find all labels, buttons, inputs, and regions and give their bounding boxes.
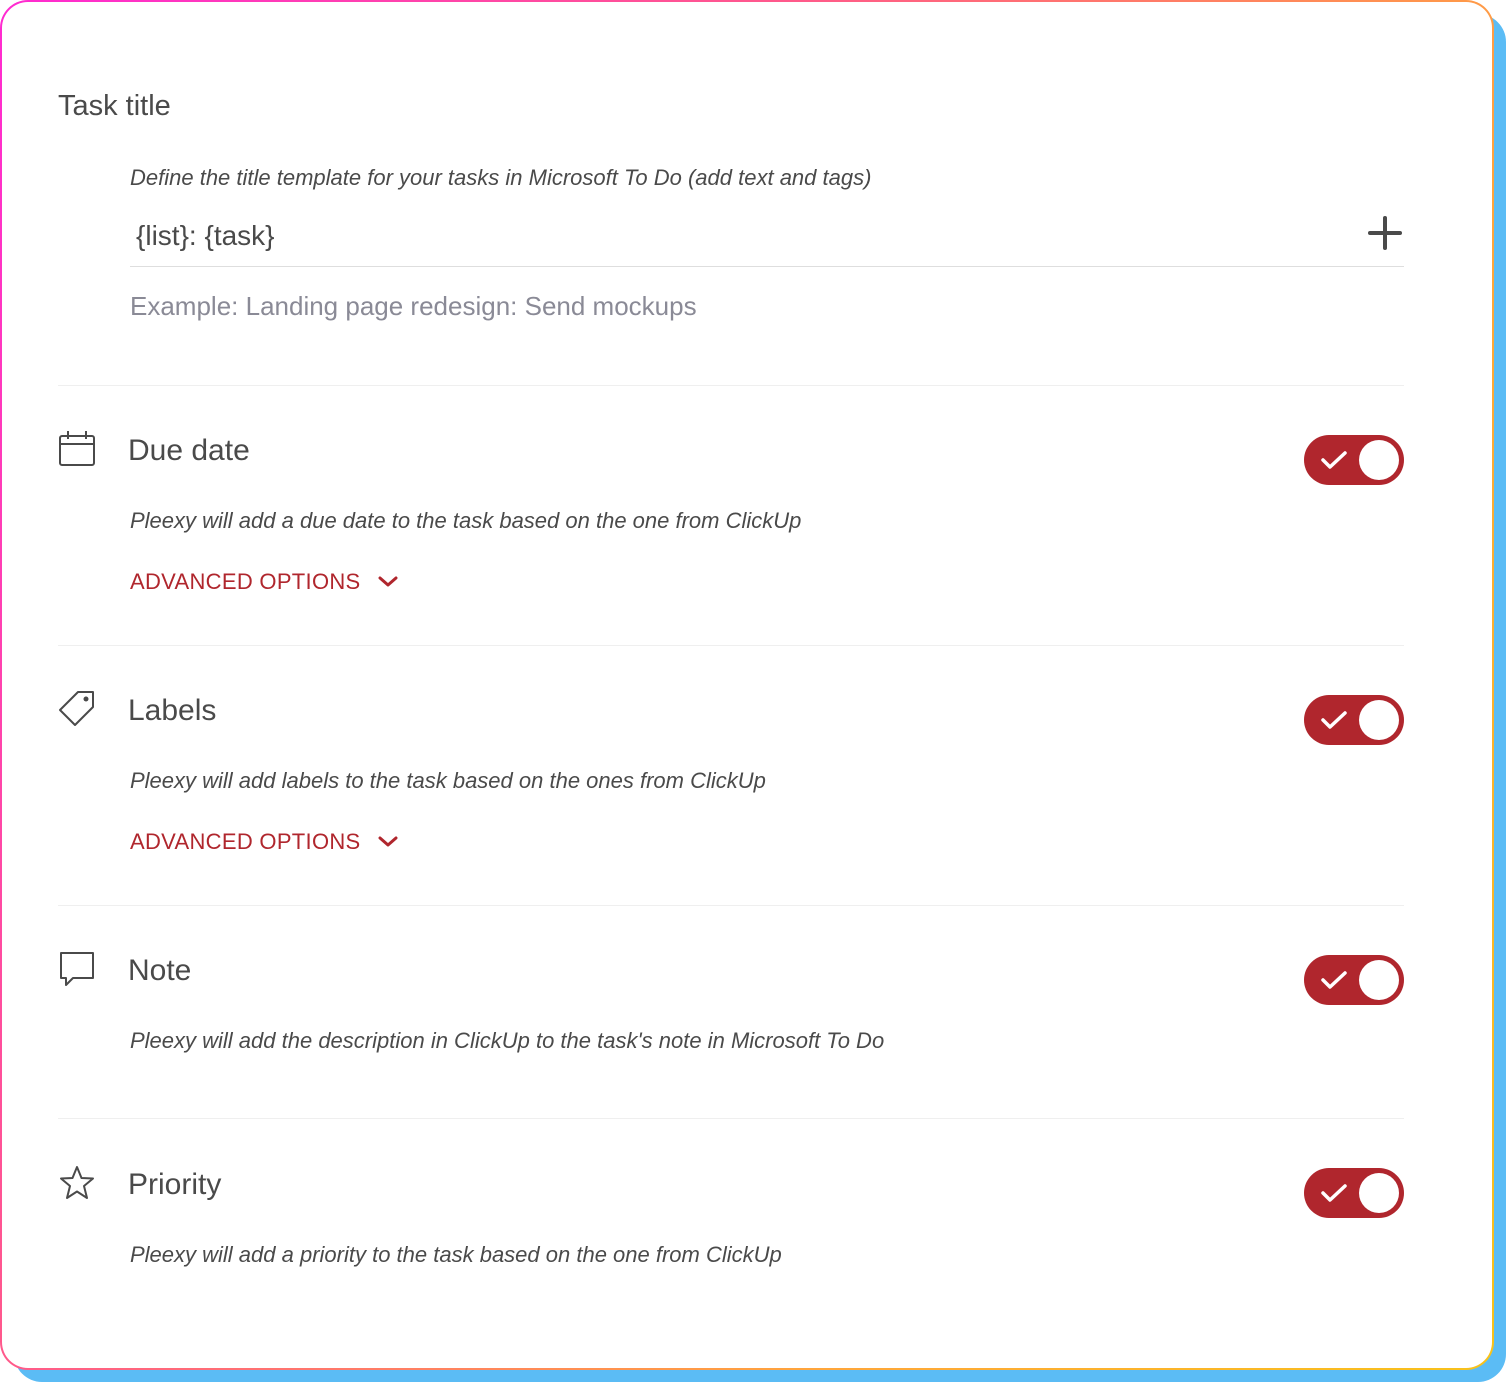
title-template-input[interactable] (130, 218, 1316, 254)
calendar-icon (59, 431, 95, 466)
note-title: Note (128, 954, 192, 987)
chevron-down-icon (378, 836, 398, 847)
task-title-description: Define the title template for your tasks… (130, 165, 872, 190)
divider (58, 905, 1404, 906)
divider (58, 1118, 1404, 1119)
tag-icon (59, 691, 94, 726)
check-icon (1321, 711, 1347, 729)
due-date-advanced-options[interactable]: ADVANCED OPTIONS (130, 569, 399, 595)
labels-title: Labels (128, 694, 217, 727)
toggle-knob (1359, 440, 1399, 480)
add-tag-button[interactable] (1366, 214, 1404, 252)
labels-description: Pleexy will add labels to the task based… (130, 768, 766, 793)
priority-description: Pleexy will add a priority to the task b… (130, 1242, 782, 1267)
divider (58, 645, 1404, 646)
check-icon (1321, 1184, 1347, 1202)
chevron-down-icon (378, 576, 398, 587)
divider (58, 385, 1404, 386)
check-icon (1321, 971, 1347, 989)
priority-toggle[interactable] (1304, 1168, 1404, 1218)
due-date-title: Due date (128, 434, 250, 467)
toggle-knob (1359, 1173, 1399, 1213)
labels-toggle[interactable] (1304, 695, 1404, 745)
settings-card: Task title Define the title template for… (2, 2, 1492, 1368)
note-toggle[interactable] (1304, 955, 1404, 1005)
task-title-heading: Task title (58, 90, 171, 122)
advanced-options-label: ADVANCED OPTIONS (130, 829, 361, 854)
labels-advanced-options[interactable]: ADVANCED OPTIONS (130, 829, 399, 855)
title-template-field (130, 210, 1404, 267)
priority-title: Priority (128, 1168, 222, 1201)
due-date-toggle[interactable] (1304, 435, 1404, 485)
toggle-knob (1359, 960, 1399, 1000)
note-description: Pleexy will add the description in Click… (130, 1028, 885, 1053)
due-date-description: Pleexy will add a due date to the task b… (130, 508, 802, 533)
comment-icon (60, 952, 94, 986)
star-icon (60, 1166, 94, 1199)
advanced-options-label: ADVANCED OPTIONS (130, 569, 361, 594)
check-icon (1321, 451, 1347, 469)
title-example: Example: Landing page redesign: Send moc… (130, 291, 697, 321)
toggle-knob (1359, 700, 1399, 740)
